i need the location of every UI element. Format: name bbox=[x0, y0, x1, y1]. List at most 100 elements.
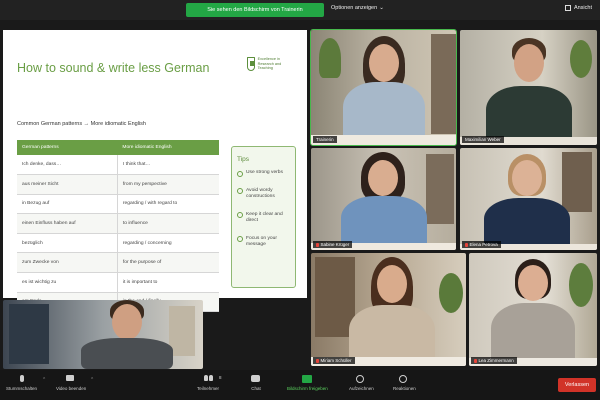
table-cell: einen Einfluss haben auf bbox=[17, 213, 118, 234]
table-cell: from my perspective bbox=[117, 174, 219, 195]
chevron-up-icon[interactable]: ⌃ bbox=[90, 377, 94, 383]
table-cell: Ich denke, dass… bbox=[17, 155, 118, 176]
tips-title: Tips bbox=[237, 156, 250, 163]
chat-label: Chat bbox=[251, 386, 261, 391]
plant-decoration bbox=[569, 263, 593, 307]
stop-video-button[interactable]: Video beenden bbox=[56, 375, 86, 391]
check-circle-icon bbox=[237, 188, 243, 194]
reactions-button[interactable]: Reaktionen bbox=[393, 375, 416, 391]
screen-share-banner: Sie sehen den Bildschirm von Trainerin bbox=[186, 3, 324, 17]
slide-title: How to sound & write less German bbox=[17, 61, 210, 75]
muted-mic-icon bbox=[316, 358, 319, 363]
video-tile-elena-petrova[interactable]: Elena Petrova bbox=[460, 148, 597, 250]
tip-text: Avoid wordy constructions bbox=[246, 187, 275, 200]
video-tile-sabine-krueger[interactable]: Sabine Krüger bbox=[311, 148, 456, 250]
table-cell: zum Zwecke von bbox=[17, 252, 118, 274]
table-cell: in Bezug auf bbox=[17, 194, 118, 215]
plant-decoration bbox=[570, 40, 592, 78]
mute-button[interactable]: Stummschalten bbox=[6, 375, 37, 391]
chevron-down-icon: ⌄ bbox=[379, 5, 384, 11]
table-cell: bezüglich bbox=[17, 233, 118, 254]
mute-label: Stummschalten bbox=[6, 386, 38, 391]
reactions-label: Reaktionen bbox=[393, 386, 416, 391]
participant-name: Sabine Krüger bbox=[320, 242, 350, 247]
record-button[interactable]: Aufzeichnen bbox=[349, 375, 374, 391]
video-tile-miriam-schueller[interactable]: Miriam Schüller bbox=[311, 253, 466, 366]
share-screen-button[interactable]: Bildschirm freigeben bbox=[287, 375, 328, 391]
participant-nameplate: Elena Petrova bbox=[462, 241, 501, 248]
tip-item: Avoid wordy constructions bbox=[237, 188, 290, 201]
table-row: bezüglich regarding / concerning bbox=[17, 233, 219, 254]
table-header-row: German patterns More idiomatic English bbox=[17, 140, 219, 155]
record-label: Aufzeichnen bbox=[349, 386, 374, 391]
tip-text: Focus on your message bbox=[246, 235, 277, 248]
participants-icon bbox=[203, 375, 213, 381]
top-bar: Sie sehen den Bildschirm von Trainerin O… bbox=[0, 0, 600, 20]
view-options-label: Optionen anzeigen bbox=[331, 5, 378, 11]
participant-nameplate: Maximilian Weber bbox=[462, 136, 504, 143]
grid-view-icon bbox=[564, 5, 571, 11]
institution-logo: Excellence in Research and Teaching bbox=[247, 57, 297, 79]
leave-button[interactable]: Verlassen bbox=[558, 378, 596, 392]
table-header: German patterns bbox=[17, 140, 118, 155]
table-cell: to influence bbox=[117, 213, 219, 234]
table-header: More idiomatic English bbox=[117, 140, 219, 155]
bookshelf-decoration bbox=[426, 154, 454, 224]
participants-label: Teilnehmer bbox=[197, 386, 220, 391]
table-cell: it is important to bbox=[117, 272, 219, 293]
participants-button[interactable]: Teilnehmer bbox=[197, 375, 219, 391]
video-tile-participant[interactable] bbox=[3, 300, 203, 369]
meeting-window: Sie sehen den Bildschirm von Trainerin O… bbox=[0, 0, 600, 400]
view-label: Ansicht bbox=[573, 5, 592, 11]
table-row: Ich denke, dass… I think that… bbox=[17, 155, 219, 176]
video-tile-trainerin[interactable]: Trainerin bbox=[310, 29, 457, 146]
participant-name: Miriam Schüller bbox=[320, 358, 352, 363]
bookshelf-decoration bbox=[562, 152, 592, 212]
participant-name: Maximilian Weber bbox=[465, 137, 501, 142]
view-options-dropdown[interactable]: Optionen anzeigen ⌄ bbox=[331, 5, 384, 11]
smiley-icon bbox=[399, 375, 408, 383]
shield-icon bbox=[247, 57, 255, 71]
table-row: zum Zwecke von for the purpose of bbox=[17, 252, 219, 274]
video-tile-maximilian-weber[interactable]: Maximilian Weber bbox=[460, 30, 597, 145]
chat-button[interactable]: Chat bbox=[251, 375, 261, 391]
plant-decoration bbox=[439, 273, 463, 313]
record-icon bbox=[356, 375, 365, 383]
tip-item: Focus on your message bbox=[237, 236, 290, 249]
participant-name: Lea Zimmermann bbox=[478, 358, 514, 363]
participant-nameplate: Trainerin bbox=[313, 136, 337, 143]
window-decoration bbox=[9, 304, 49, 364]
chat-icon bbox=[251, 375, 260, 382]
plant-decoration bbox=[319, 38, 341, 78]
camera-icon bbox=[66, 375, 75, 381]
share-screen-label: Bildschirm freigeben bbox=[287, 386, 328, 391]
logo-text: Excellence in Research and Teaching bbox=[257, 57, 282, 71]
tip-item: Keep it clear and direct bbox=[237, 212, 290, 225]
table-row: in Bezug auf regarding / with regard to bbox=[17, 194, 219, 215]
muted-mic-icon bbox=[316, 242, 319, 247]
participants-count: 8 bbox=[219, 375, 222, 380]
table-cell: aus meiner Sicht bbox=[17, 174, 118, 195]
tip-text: Keep it clear and direct bbox=[246, 211, 283, 224]
participant-name: Trainerin bbox=[316, 137, 334, 142]
table-cell: I think that… bbox=[117, 155, 219, 176]
check-circle-icon bbox=[237, 236, 243, 242]
slide-subtitle: Common German patterns → More idiomatic … bbox=[17, 121, 146, 127]
table-cell: es ist wichtig zu bbox=[17, 272, 118, 293]
view-button[interactable]: Ansicht bbox=[564, 5, 592, 11]
chevron-up-icon[interactable]: ⌃ bbox=[42, 377, 46, 383]
muted-mic-icon bbox=[465, 242, 468, 247]
participant-name: Elena Petrova bbox=[469, 242, 498, 247]
share-screen-icon bbox=[302, 375, 313, 383]
participant-nameplate: Lea Zimmermann bbox=[471, 357, 517, 364]
tip-text: Use strong verbs bbox=[246, 170, 283, 175]
tip-item: Use strong verbs bbox=[237, 170, 290, 177]
video-tile-lea-zimmermann[interactable]: Lea Zimmermann bbox=[469, 253, 597, 366]
shared-screen-slide: How to sound & write less German Excelle… bbox=[3, 30, 307, 313]
stop-video-label: Video beenden bbox=[56, 386, 87, 391]
table-cell: regarding / with regard to bbox=[117, 194, 219, 215]
bookshelf-decoration bbox=[431, 34, 456, 134]
meeting-toolbar: Stummschalten ⌃ Video beenden ⌃ Teilnehm… bbox=[0, 370, 600, 400]
tips-box: Tips Use strong verbs Avoid wordy constr… bbox=[231, 146, 296, 288]
participant-nameplate: Miriam Schüller bbox=[313, 357, 355, 364]
